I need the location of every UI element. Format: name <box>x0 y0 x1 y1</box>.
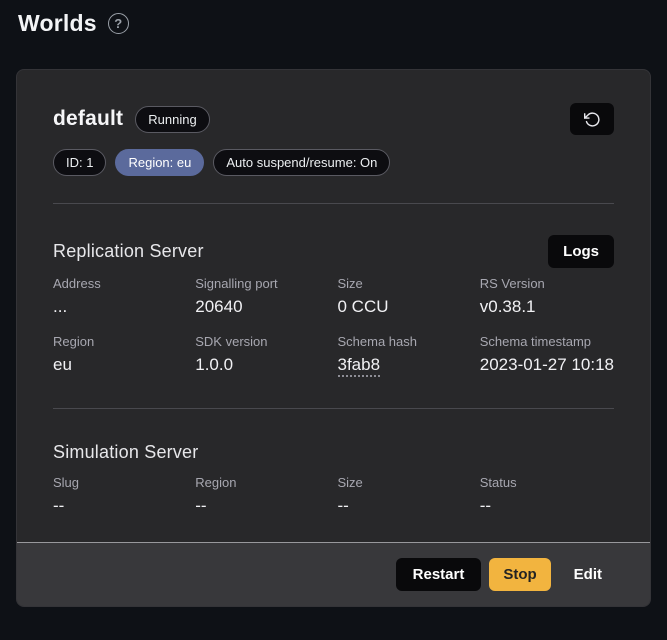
page-title: Worlds <box>18 10 97 37</box>
world-id-badge: ID: 1 <box>53 149 106 176</box>
stop-button[interactable]: Stop <box>489 558 550 591</box>
world-header: default Running <box>53 103 614 135</box>
field-region: Region eu <box>53 334 187 377</box>
world-card-footer: Restart Stop Edit <box>17 542 650 606</box>
field-value: eu <box>53 355 187 375</box>
field-sim-status: Status -- <box>480 475 614 516</box>
field-label: Status <box>480 475 614 490</box>
field-schema-timestamp: Schema timestamp 2023-01-27 10:18 <box>480 334 614 377</box>
field-label: Size <box>338 475 472 490</box>
auto-suspend-badge: Auto suspend/resume: On <box>213 149 390 176</box>
world-badge-row: ID: 1 Region: eu Auto suspend/resume: On <box>53 150 614 175</box>
field-value: -- <box>53 496 187 516</box>
field-value: 0 CCU <box>338 297 472 317</box>
edit-button[interactable]: Edit <box>568 558 608 591</box>
field-value: -- <box>338 496 472 516</box>
field-label: RS Version <box>480 276 614 291</box>
field-label: Signalling port <box>195 276 329 291</box>
field-label: Region <box>53 334 187 349</box>
field-sim-size: Size -- <box>338 475 472 516</box>
field-label: Address <box>53 276 187 291</box>
field-signalling-port: Signalling port 20640 <box>195 276 329 317</box>
replication-field-grid: Address ... Signalling port 20640 Size 0… <box>53 276 614 377</box>
replication-section-header: Replication Server Logs <box>53 235 614 268</box>
field-sim-region: Region -- <box>195 475 329 516</box>
divider <box>53 408 614 409</box>
field-value: 20640 <box>195 297 329 317</box>
field-label: SDK version <box>195 334 329 349</box>
field-value: 2023-01-27 10:18 <box>480 355 614 375</box>
schema-hash-value[interactable]: 3fab8 <box>338 355 381 377</box>
field-size: Size 0 CCU <box>338 276 472 317</box>
world-card: default Running ID: 1 Region: eu Auto su… <box>16 69 651 607</box>
restart-button[interactable]: Restart <box>396 558 482 591</box>
divider <box>53 203 614 204</box>
page-header: Worlds ? <box>0 0 667 38</box>
status-badge: Running <box>135 106 209 133</box>
world-region-badge: Region: eu <box>115 149 204 176</box>
help-question-circle-icon[interactable]: ? <box>108 13 129 34</box>
field-rs-version: RS Version v0.38.1 <box>480 276 614 317</box>
world-card-body: default Running ID: 1 Region: eu Auto su… <box>17 70 650 542</box>
field-value: -- <box>480 496 614 516</box>
logs-button[interactable]: Logs <box>548 235 614 268</box>
field-slug: Slug -- <box>53 475 187 516</box>
field-value: 1.0.0 <box>195 355 329 375</box>
field-value: ... <box>53 297 187 317</box>
field-value: -- <box>195 496 329 516</box>
field-sdk-version: SDK version 1.0.0 <box>195 334 329 377</box>
refresh-icon <box>584 111 601 128</box>
simulation-field-grid: Slug -- Region -- Size -- Status -- <box>53 475 614 516</box>
field-label: Size <box>338 276 472 291</box>
field-schema-hash: Schema hash 3fab8 <box>338 334 472 377</box>
field-label: Schema hash <box>338 334 472 349</box>
world-name: default <box>53 107 123 131</box>
field-label: Slug <box>53 475 187 490</box>
field-value: v0.38.1 <box>480 297 614 317</box>
field-label: Schema timestamp <box>480 334 614 349</box>
field-address: Address ... <box>53 276 187 317</box>
refresh-button[interactable] <box>570 103 614 135</box>
field-label: Region <box>195 475 329 490</box>
replication-section-title: Replication Server <box>53 241 204 262</box>
simulation-section-title: Simulation Server <box>53 442 614 463</box>
